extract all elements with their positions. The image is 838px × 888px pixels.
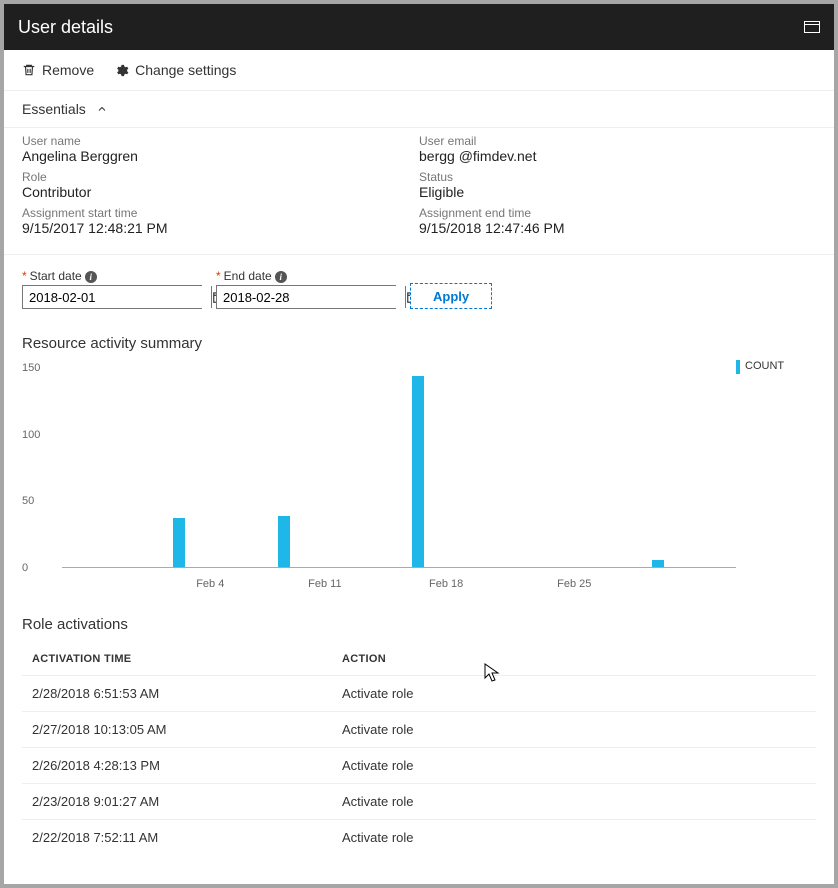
essentials-section: User nameAngelina Berggren RoleContribut… xyxy=(4,128,834,255)
user-name-label: User name xyxy=(22,134,419,148)
change-settings-button[interactable]: Change settings xyxy=(114,62,236,78)
user-email-value: bergg @fimdev.net xyxy=(419,148,816,164)
chart-xtick: Feb 25 xyxy=(557,578,591,590)
restore-window-icon[interactable] xyxy=(804,21,820,33)
status-value: Eligible xyxy=(419,184,816,200)
table-row[interactable]: 2/28/2018 6:51:53 AMActivate role xyxy=(22,675,816,711)
assignment-start-label: Assignment start time xyxy=(22,206,419,220)
chart-bar xyxy=(652,560,664,567)
activity-summary-title: Resource activity summary xyxy=(4,317,834,358)
assignment-end-label: Assignment end time xyxy=(419,206,816,220)
end-date-input[interactable] xyxy=(217,286,405,308)
trash-icon xyxy=(22,63,36,77)
chart-ytick: 100 xyxy=(22,429,40,441)
legend-label: COUNT xyxy=(745,360,784,372)
cell-activation-time: 2/22/2018 7:52:11 AM xyxy=(22,830,342,845)
chart-xtick: Feb 11 xyxy=(308,578,341,590)
page-title: User details xyxy=(18,17,113,38)
status-label: Status xyxy=(419,170,816,184)
essentials-label: Essentials xyxy=(22,101,86,117)
gear-icon xyxy=(114,63,129,78)
cell-action: Activate role xyxy=(342,722,816,737)
remove-label: Remove xyxy=(42,62,94,78)
role-activations-title: Role activations xyxy=(4,598,834,639)
role-value: Contributor xyxy=(22,184,419,200)
chart-xtick: Feb 18 xyxy=(429,578,463,590)
chart-ytick: 50 xyxy=(22,495,34,507)
cell-activation-time: 2/28/2018 6:51:53 AM xyxy=(22,686,342,701)
info-icon[interactable]: i xyxy=(275,271,287,283)
chart-legend: COUNT xyxy=(736,358,816,598)
chart-bar xyxy=(412,376,424,567)
chart-bar xyxy=(278,516,290,567)
table-row[interactable]: 2/22/2018 7:52:11 AMActivate role xyxy=(22,819,816,855)
chart-bar xyxy=(173,518,185,567)
chart-ytick: 0 xyxy=(22,562,28,574)
cell-action: Activate role xyxy=(342,830,816,845)
table-row[interactable]: 2/27/2018 10:13:05 AMActivate role xyxy=(22,711,816,747)
cell-activation-time: 2/23/2018 9:01:27 AM xyxy=(22,794,342,809)
activations-table: ACTIVATION TIME ACTION 2/28/2018 6:51:53… xyxy=(4,639,834,855)
cell-action: Activate role xyxy=(342,758,816,773)
assignment-start-value: 9/15/2017 12:48:21 PM xyxy=(22,220,419,236)
cell-action: Activate role xyxy=(342,686,816,701)
table-row[interactable]: 2/23/2018 9:01:27 AMActivate role xyxy=(22,783,816,819)
end-date-label: End date xyxy=(224,269,272,283)
apply-button[interactable]: Apply xyxy=(410,283,492,309)
col-action: ACTION xyxy=(342,653,816,665)
chevron-up-icon xyxy=(96,103,108,115)
remove-button[interactable]: Remove xyxy=(22,62,94,78)
cell-activation-time: 2/26/2018 4:28:13 PM xyxy=(22,758,342,773)
assignment-end-value: 9/15/2018 12:47:46 PM xyxy=(419,220,816,236)
end-date-input-wrap[interactable] xyxy=(216,285,396,309)
chart-xtick: Feb 4 xyxy=(196,578,224,590)
chart-ytick: 150 xyxy=(22,362,40,374)
info-icon[interactable]: i xyxy=(85,271,97,283)
start-date-label: Start date xyxy=(30,269,82,283)
role-label: Role xyxy=(22,170,419,184)
user-name-value: Angelina Berggren xyxy=(22,148,419,164)
cell-action: Activate role xyxy=(342,794,816,809)
change-settings-label: Change settings xyxy=(135,62,236,78)
cell-activation-time: 2/27/2018 10:13:05 AM xyxy=(22,722,342,737)
user-email-label: User email xyxy=(419,134,816,148)
start-date-input-wrap[interactable] xyxy=(22,285,202,309)
start-date-input[interactable] xyxy=(23,286,211,308)
table-row[interactable]: 2/26/2018 4:28:13 PMActivate role xyxy=(22,747,816,783)
essentials-toggle[interactable]: Essentials xyxy=(4,91,834,128)
activity-chart: 0 50 100 150 Feb 4 Feb 11 Feb 18 Feb 25 xyxy=(22,358,736,598)
col-activation-time: ACTIVATION TIME xyxy=(22,653,342,665)
legend-swatch xyxy=(736,360,740,374)
